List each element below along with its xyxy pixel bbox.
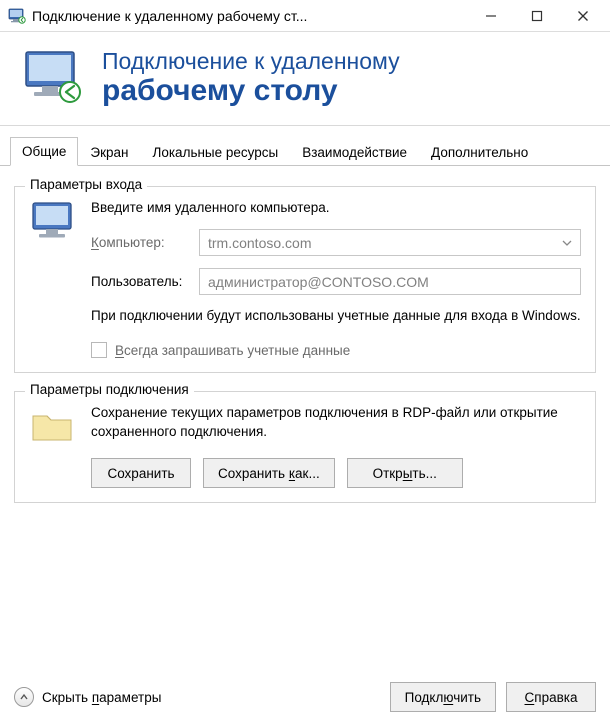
folder-icon: [29, 404, 77, 488]
banner-line1: Подключение к удаленному: [102, 48, 400, 75]
computer-label: Компьютер:: [91, 235, 191, 250]
group-login: Параметры входа Введите имя удаленного к…: [14, 186, 596, 374]
connect-button[interactable]: Подключить: [390, 682, 496, 712]
footer: Скрыть параметры Подключить Справка: [0, 668, 610, 726]
group-login-title: Параметры входа: [25, 177, 147, 192]
banner: Подключение к удаленному рабочему столу: [0, 32, 610, 125]
user-field[interactable]: администратор@CONTOSO.COM: [199, 268, 581, 295]
chevron-down-icon: [562, 235, 572, 251]
group-connection: Параметры подключения Сохранение текущих…: [14, 391, 596, 503]
minimize-button[interactable]: [468, 0, 514, 32]
toggle-options[interactable]: Скрыть параметры: [14, 687, 161, 707]
close-button[interactable]: [560, 0, 606, 32]
window-title: Подключение к удаленному рабочему ст...: [32, 8, 468, 24]
tabs: Общие Экран Локальные ресурсы Взаимодейс…: [0, 126, 610, 166]
user-label: Пользователь:: [91, 274, 191, 289]
maximize-button[interactable]: [514, 0, 560, 32]
app-icon: [8, 7, 26, 25]
user-value: администратор@CONTOSO.COM: [208, 274, 429, 290]
rdp-icon: [20, 48, 86, 106]
login-intro: Введите имя удаленного компьютера.: [91, 199, 581, 218]
always-ask-checkbox[interactable]: [91, 342, 107, 358]
always-ask-label: Всегда запрашивать учетные данные: [115, 343, 350, 358]
connection-desc: Сохранение текущих параметров подключени…: [91, 404, 581, 442]
chevron-up-icon: [14, 687, 34, 707]
credentials-note: При подключении будут использованы учетн…: [91, 307, 581, 326]
computer-value: trm.contoso.com: [208, 235, 311, 251]
tab-screen[interactable]: Экран: [78, 138, 140, 166]
help-button[interactable]: Справка: [506, 682, 596, 712]
save-as-button[interactable]: Сохранить как...: [203, 458, 335, 488]
save-button[interactable]: Сохранить: [91, 458, 191, 488]
toggle-options-label: Скрыть параметры: [42, 690, 161, 705]
tab-panel-general: Параметры входа Введите имя удаленного к…: [0, 166, 610, 508]
computer-combobox[interactable]: trm.contoso.com: [199, 229, 581, 256]
tab-general[interactable]: Общие: [10, 137, 78, 166]
monitor-icon: [29, 199, 77, 359]
tab-advanced[interactable]: Дополнительно: [419, 138, 540, 166]
tab-experience[interactable]: Взаимодействие: [290, 138, 419, 166]
banner-line2: рабочему столу: [102, 75, 400, 107]
open-button[interactable]: Открыть...: [347, 458, 463, 488]
group-connection-title: Параметры подключения: [25, 382, 194, 397]
tab-local-resources[interactable]: Локальные ресурсы: [140, 138, 290, 166]
titlebar: Подключение к удаленному рабочему ст...: [0, 0, 610, 32]
